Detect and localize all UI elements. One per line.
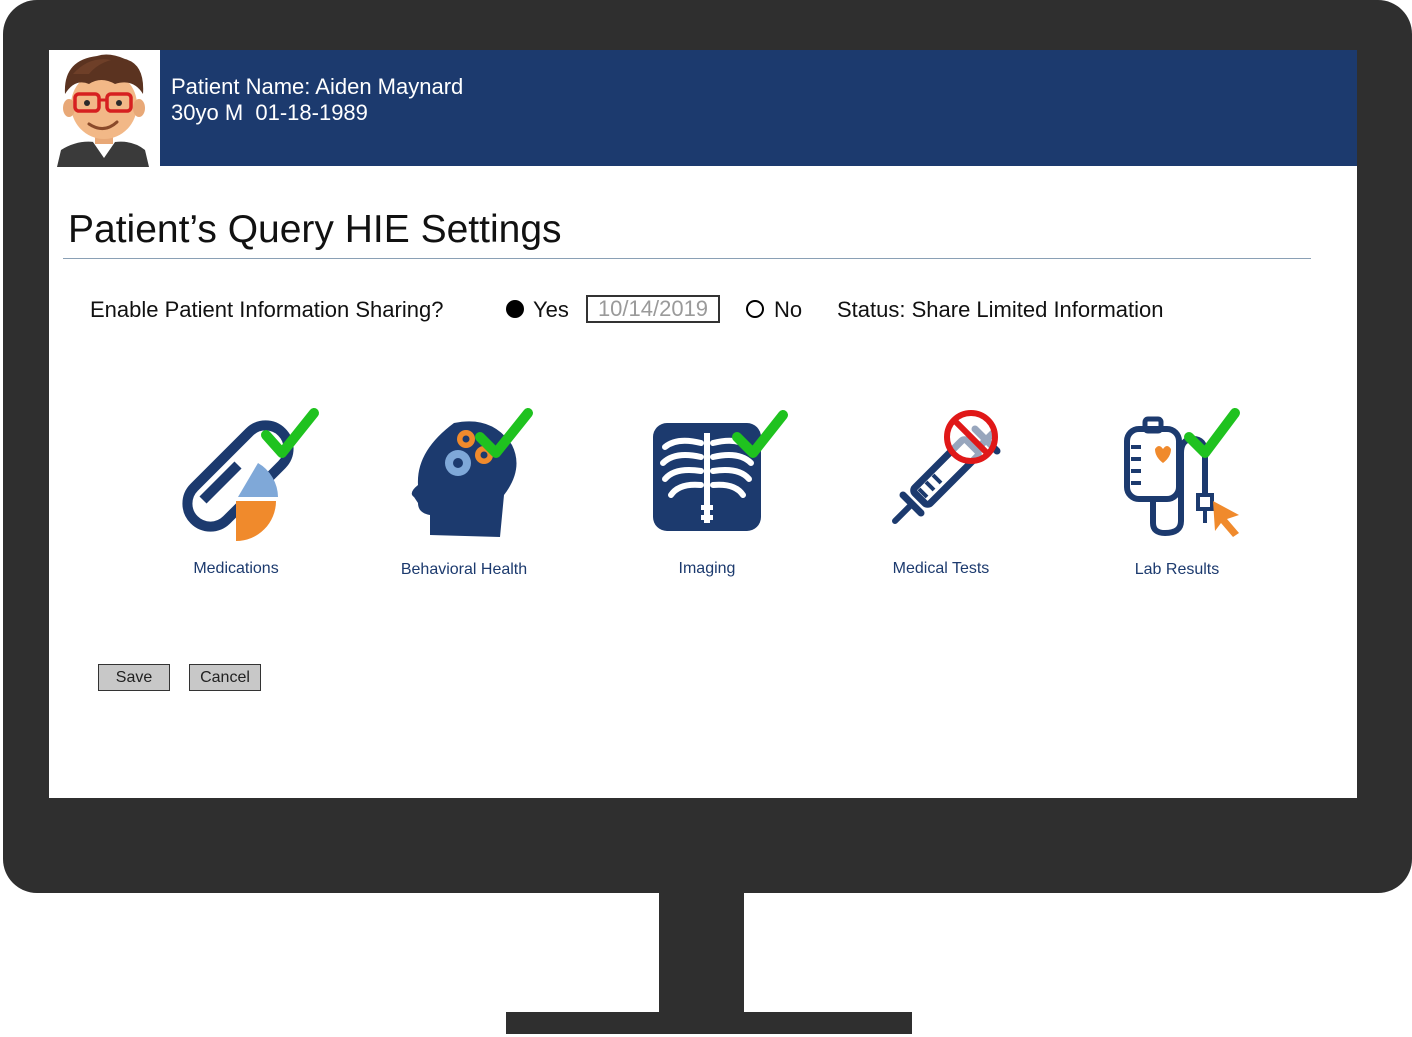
category-label: Lab Results <box>1134 561 1220 578</box>
category-label: Medical Tests <box>892 560 990 577</box>
category-behavioral-health[interactable]: Behavioral Health <box>374 405 554 585</box>
sharing-date-input[interactable] <box>586 295 720 323</box>
sharing-question: Enable Patient Information Sharing? <box>90 297 444 322</box>
check-icon <box>261 408 319 458</box>
monitor-stand-neck <box>659 890 744 1016</box>
yes-label[interactable]: Yes <box>533 297 569 323</box>
category-label: Medications <box>193 560 279 577</box>
category-medications[interactable]: Medications <box>146 405 326 585</box>
patient-banner: Patient Name: Aiden Maynard 30yo M 01-18… <box>160 50 1357 166</box>
brain-gears-icon <box>411 421 517 537</box>
pill-icon <box>182 420 294 541</box>
category-label: Behavioral Health <box>400 561 528 578</box>
patient-name: Patient Name: Aiden Maynard <box>171 74 464 99</box>
cancel-button[interactable]: Cancel <box>189 664 261 691</box>
check-icon <box>1184 408 1240 458</box>
cursor-icon <box>1213 501 1239 537</box>
prohibited-icon <box>944 410 998 464</box>
category-medical-tests[interactable]: Medical Tests <box>851 405 1031 585</box>
category-lab-results[interactable]: Lab Results <box>1087 405 1267 585</box>
iv-bag-icon <box>1124 416 1214 537</box>
save-button[interactable]: Save <box>98 664 170 691</box>
no-label[interactable]: No <box>774 297 802 323</box>
screen: Patient Name: Aiden Maynard 30yo M 01-18… <box>49 50 1357 798</box>
monitor-stand-base <box>506 1012 912 1034</box>
patient-avatar <box>49 50 160 167</box>
category-label: Imaging <box>678 560 736 577</box>
page-title: Patient’s Query HIE Settings <box>68 208 562 251</box>
no-radio[interactable] <box>746 300 764 318</box>
patient-demographics: 30yo M 01-18-1989 <box>171 100 368 125</box>
avatar-icon <box>57 54 149 167</box>
category-imaging[interactable]: Imaging <box>617 405 797 585</box>
title-divider <box>63 258 1311 259</box>
sharing-status: Status: Share Limited Information <box>837 297 1164 322</box>
yes-radio[interactable] <box>506 300 524 318</box>
